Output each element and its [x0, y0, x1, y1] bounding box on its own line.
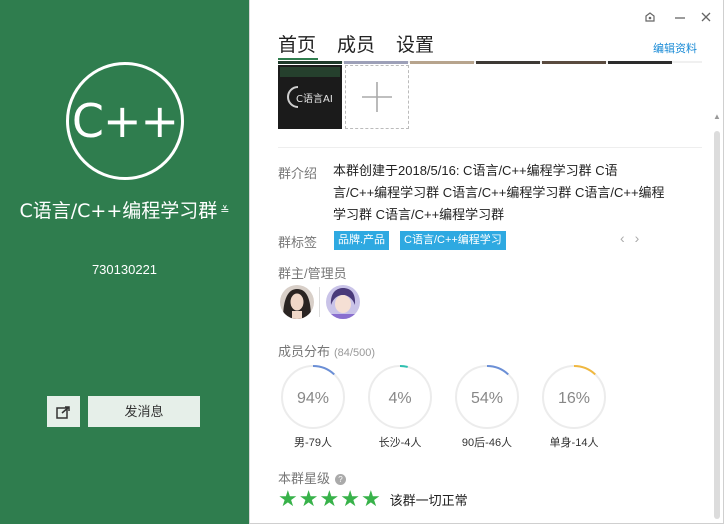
ring-label: 男-79人: [294, 437, 332, 449]
group-id: 730130221: [91, 262, 158, 277]
intro-label: 群介绍: [278, 166, 318, 181]
star-icon: ★: [360, 486, 381, 511]
star-icon: ★: [319, 486, 340, 511]
edit-profile-link[interactable]: 编辑资料: [653, 40, 697, 56]
distribution-ring: 94%: [279, 363, 347, 431]
scrollbar[interactable]: [714, 131, 720, 519]
tag-chip[interactable]: C语言/C++编程学习: [400, 231, 506, 250]
group-profile-sidebar: C++ C语言/C++编程学习群 ≚ 730130221 发消息: [0, 0, 249, 524]
help-icon[interactable]: ?: [335, 474, 347, 485]
group-name: C语言/C++编程学习群 ≚: [10, 197, 239, 225]
chevron-left-icon[interactable]: ‹: [620, 230, 635, 246]
group-detail-panel: 首页 成员 设置 编辑资料 C语言AI 群介绍 本群创建于2018/5/16: …: [249, 0, 724, 524]
ring-value: 16%: [558, 390, 590, 407]
close-icon[interactable]: [696, 8, 716, 26]
scroll-up-icon[interactable]: ▲: [712, 112, 722, 122]
rating-status: 该群一切正常: [389, 492, 468, 508]
admin-avatar[interactable]: [280, 285, 314, 319]
rating-label: 本群星级?: [278, 468, 347, 487]
group-name-text: C语言/C++编程学习群: [19, 200, 218, 222]
ring-label: 90后-46人: [461, 437, 513, 449]
admin-avatar[interactable]: [326, 285, 360, 319]
tab-bar: 首页 成员 设置: [278, 30, 455, 57]
star-icon: ★: [298, 486, 319, 511]
divider: [319, 287, 320, 317]
group-photo-text: C语言AI: [296, 92, 333, 105]
tab-members[interactable]: 成员: [337, 30, 375, 57]
distribution-ring: 54%: [453, 363, 521, 431]
ring-label: 单身-14人: [549, 437, 599, 449]
group-avatar: C++: [66, 62, 184, 180]
rating-title: 本群星级: [278, 471, 331, 486]
distribution-ring: 16%: [540, 363, 608, 431]
photo-strip: [278, 61, 674, 64]
intro-text: 本群创建于2018/5/16: C语言/C++编程学习群 C语言/C++编程学习…: [333, 163, 665, 222]
chevron-right-icon[interactable]: ›: [635, 230, 650, 246]
group-avatar-text: C++: [71, 94, 179, 148]
active-tab-indicator: [278, 58, 318, 60]
distribution-label: 成员分布 (84/500): [278, 341, 375, 360]
tab-home[interactable]: 首页: [278, 30, 316, 57]
tab-settings[interactable]: 设置: [396, 30, 434, 57]
group-type-icon: ≚: [220, 204, 230, 217]
ring-value: 94%: [297, 390, 329, 407]
group-photo[interactable]: C语言AI: [278, 65, 342, 129]
plus-icon: [362, 82, 392, 112]
minimize-icon[interactable]: [670, 8, 690, 26]
admins-label: 群主/管理员: [278, 266, 347, 281]
tag-scroll-arrows[interactable]: ‹›: [620, 230, 649, 246]
tag-chip[interactable]: 品牌.产品: [334, 231, 390, 250]
member-count: (84/500): [334, 347, 375, 359]
star-rating: ★ ★ ★ ★ ★ 该群一切正常: [278, 486, 468, 511]
skin-icon[interactable]: [640, 8, 660, 26]
share-icon: [55, 405, 70, 419]
add-photo-button[interactable]: [345, 65, 409, 129]
send-message-button[interactable]: 发消息: [88, 396, 200, 427]
divider: [278, 147, 702, 148]
distribution-title: 成员分布: [278, 344, 331, 359]
star-icon: ★: [278, 486, 298, 511]
share-button[interactable]: [47, 396, 80, 427]
ring-value: 54%: [471, 390, 503, 407]
tags-label: 群标签: [278, 235, 318, 250]
star-icon: ★: [340, 486, 360, 511]
ring-value: 4%: [388, 390, 411, 407]
distribution-ring: 4%: [366, 363, 434, 431]
ring-label: 长沙-4人: [378, 437, 422, 449]
